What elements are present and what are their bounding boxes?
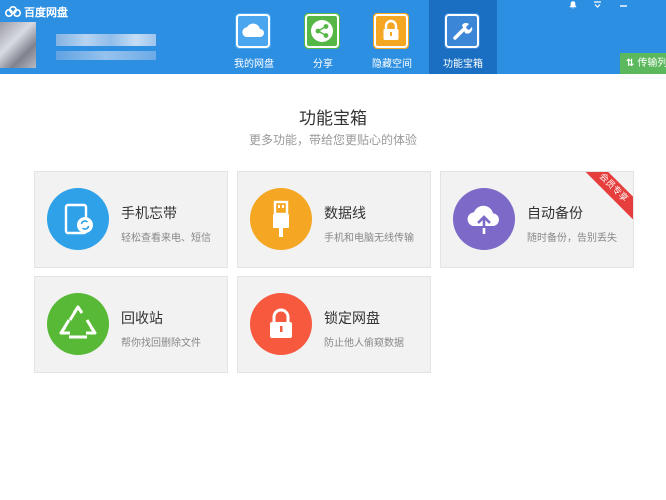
share-icon [304,13,340,49]
username-blurred[interactable] [56,34,156,46]
bell-icon[interactable] [564,0,582,14]
lock-icon [250,293,312,355]
tab-share[interactable]: 分享 [289,0,357,74]
transfer-label: 传输列 [637,58,666,69]
tab-hidden-space[interactable]: 隐藏空间 [358,0,426,74]
user-info-blurred [56,51,156,60]
phone-sync-icon [47,188,109,250]
feature-desc: 防止他人偷窥数据 [324,338,404,349]
cloud-upload-icon [453,188,515,250]
vip-exclusive-badge: 会员专享 [577,172,633,224]
feature-title: 自动备份 [527,206,583,222]
tab-label: 功能宝箱 [443,59,483,70]
page-title: 功能宝箱 [299,109,367,129]
recycle-icon [47,293,109,355]
feature-desc: 帮你找回删除文件 [121,338,201,349]
feature-card-phone-forgot[interactable]: 手机忘带 轻松查看来电、短信 [34,171,228,268]
tab-label: 隐藏空间 [372,59,412,70]
top-bar: 百度网盘 我的网盘 分享 隐藏空间 功能宝箱 ⇅ 传输列 [0,0,666,74]
feature-desc: 轻松查看来电、短信 [121,233,211,244]
minimize-icon[interactable] [614,0,632,14]
feature-title: 数据线 [324,206,366,222]
tab-label: 分享 [313,59,333,70]
lock-icon [373,13,409,49]
feature-card-lock-disk[interactable]: 锁定网盘 防止他人偷窥数据 [237,276,431,373]
transfer-icon: ⇅ [626,58,635,69]
feature-desc: 手机和电脑无线传输 [324,233,414,244]
feature-card-auto-backup[interactable]: 自动备份 随时备份，告别丢失 会员专享 [440,171,634,268]
menu-icon[interactable] [588,0,606,14]
tab-my-disk[interactable]: 我的网盘 [220,0,288,74]
feature-title: 锁定网盘 [324,311,380,327]
transfer-list-button[interactable]: ⇅ 传输列 [620,53,666,74]
app-logo: 百度网盘 [5,4,68,20]
wrench-icon [444,13,480,49]
feature-card-data-cable[interactable]: 数据线 手机和电脑无线传输 [237,171,431,268]
feature-title: 手机忘带 [121,206,177,222]
feature-title: 回收站 [121,311,163,327]
tab-label: 我的网盘 [234,59,274,70]
feature-desc: 随时备份，告别丢失 [527,233,617,244]
cloud-icon [235,13,271,49]
feature-card-recycle-bin[interactable]: 回收站 帮你找回删除文件 [34,276,228,373]
tab-toolbox[interactable]: 功能宝箱 [429,0,497,74]
baidu-cloud-logo-icon [5,6,21,17]
avatar[interactable] [0,22,36,68]
page-subtitle: 更多功能，带给您更贴心的体验 [248,133,417,147]
app-title: 百度网盘 [24,6,68,19]
usb-icon [250,188,312,250]
